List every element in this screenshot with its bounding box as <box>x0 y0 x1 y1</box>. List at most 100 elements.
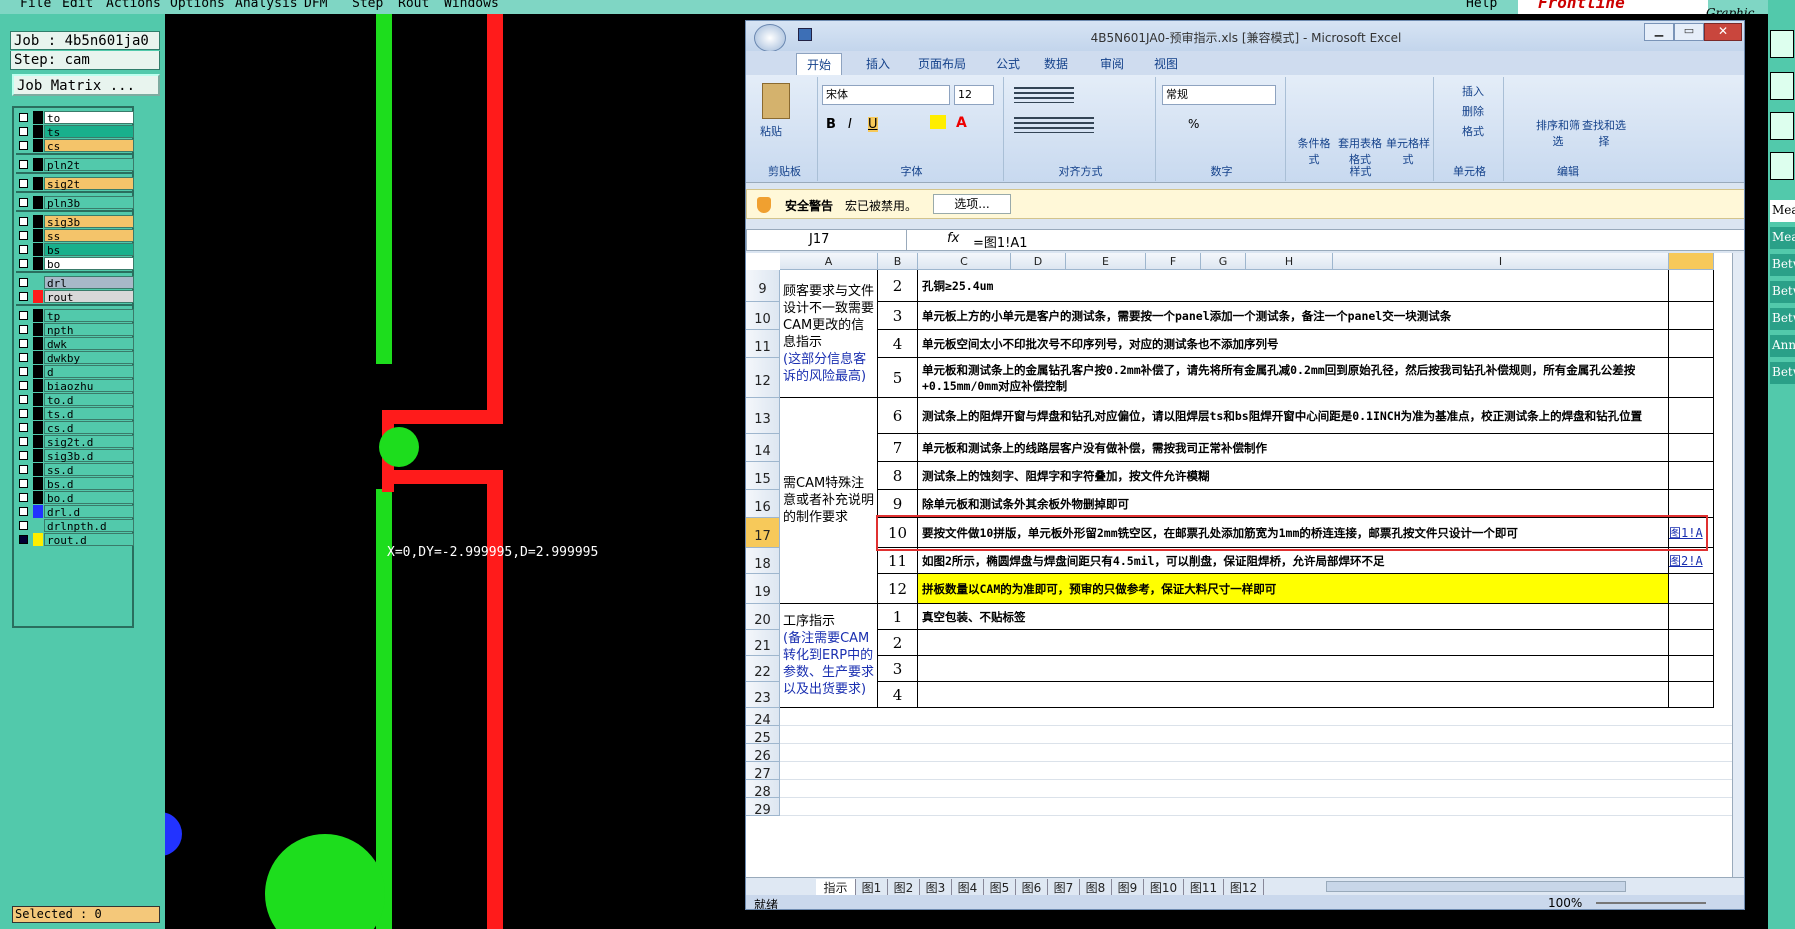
layer-checkbox[interactable] <box>19 112 28 122</box>
menu-rout[interactable]: Rout <box>398 0 429 11</box>
column-header[interactable]: H <box>1246 253 1333 270</box>
tab-view[interactable]: 视图 <box>1154 55 1178 72</box>
layer-row[interactable]: ts <box>16 124 134 139</box>
menu-help[interactable]: Help <box>1466 0 1497 11</box>
font-name-select[interactable]: 宋体 <box>822 85 950 105</box>
layer-checkbox[interactable] <box>19 464 28 474</box>
layer-row[interactable]: dwkby <box>16 350 134 365</box>
paste-icon[interactable] <box>762 83 790 119</box>
layer-checkbox[interactable] <box>19 394 28 404</box>
layer-checkbox[interactable] <box>19 197 28 207</box>
item-number[interactable]: 4 <box>878 682 918 708</box>
layer-row[interactable]: cs <box>16 138 134 153</box>
layer-row[interactable]: tp <box>16 308 134 323</box>
item-text[interactable]: 单元板和测试条上的线路层客户没有做补偿，需按我司正常补偿制作 <box>918 434 1669 462</box>
close-button[interactable]: ✕ <box>1704 23 1742 41</box>
layer-checkbox[interactable] <box>19 291 28 301</box>
toolbar-button-2[interactable] <box>1770 72 1794 100</box>
item-number[interactable]: 1 <box>878 604 918 630</box>
item-text[interactable] <box>918 630 1669 656</box>
layer-row[interactable]: drlnpth.d <box>16 518 134 533</box>
row-header[interactable]: 25 <box>746 726 780 746</box>
layer-name[interactable]: ts.d <box>44 406 134 421</box>
link-cell[interactable] <box>1669 462 1714 490</box>
item-text[interactable] <box>918 656 1669 682</box>
vertical-scrollbar[interactable] <box>1732 253 1744 877</box>
layer-row[interactable]: cs.d <box>16 420 134 435</box>
toolbar-button-1[interactable] <box>1770 30 1794 58</box>
column-header-selected[interactable] <box>1669 253 1714 270</box>
item-number[interactable]: 3 <box>878 302 918 330</box>
link-cell[interactable] <box>1669 434 1714 462</box>
graphic-canvas[interactable]: X=0,DY=-2.999995,D=2.999995 <box>165 14 745 929</box>
layer-name[interactable]: drlnpth.d <box>44 518 134 533</box>
layer-name[interactable]: tp <box>44 308 134 323</box>
item-number[interactable]: 11 <box>878 548 918 574</box>
item-number[interactable]: 12 <box>878 574 918 604</box>
item-text[interactable]: 如图2所示，椭圆焊盘与焊盘间距只有4.5mil，可以削盘，保证阻焊桥，允许局部焊… <box>918 548 1669 574</box>
layer-row[interactable]: rout <box>16 289 134 304</box>
menu-windows[interactable]: Windows <box>444 0 499 11</box>
column-header[interactable]: C <box>918 253 1011 270</box>
layer-name[interactable]: pln2t <box>44 157 134 172</box>
item-number[interactable]: 7 <box>878 434 918 462</box>
layer-name[interactable]: ts <box>44 124 134 139</box>
layer-name[interactable]: biaozhu <box>44 378 134 393</box>
link-cell[interactable] <box>1669 330 1714 358</box>
link-cell[interactable] <box>1669 656 1714 682</box>
italic-button[interactable]: I <box>848 117 852 132</box>
row-header[interactable]: 23 <box>746 682 780 708</box>
bold-button[interactable]: B <box>826 117 836 132</box>
layer-name[interactable]: bs.d <box>44 476 134 491</box>
layer-checkbox[interactable] <box>19 140 28 150</box>
layer-name[interactable]: d <box>44 364 134 379</box>
layer-checkbox[interactable] <box>19 436 28 446</box>
sheet-tab[interactable]: 图5 <box>984 879 1016 895</box>
layer-row[interactable]: drl <box>16 275 134 290</box>
sheet-tab[interactable]: 图11 <box>1184 879 1224 895</box>
layer-name[interactable]: rout.d <box>44 532 134 547</box>
column-header[interactable]: B <box>878 253 918 270</box>
row-header[interactable]: 26 <box>746 744 780 764</box>
measure-item[interactable]: Annul <box>1770 335 1795 357</box>
layer-name[interactable]: bo <box>44 256 134 271</box>
sort-filter-button[interactable]: 排序和筛选 <box>1536 117 1580 149</box>
layer-row[interactable]: d <box>16 364 134 379</box>
percent-button[interactable]: % <box>1188 117 1199 131</box>
layer-name[interactable]: sig3b <box>44 214 134 229</box>
sheet-tab[interactable]: 图7 <box>1048 879 1080 895</box>
layer-name[interactable]: sig3b.d <box>44 448 134 463</box>
row-header[interactable]: 20 <box>746 604 780 630</box>
measure-item[interactable]: Betwe <box>1770 308 1795 330</box>
font-color-icon[interactable]: A <box>956 115 967 131</box>
layer-row[interactable]: rout.d <box>16 532 134 547</box>
item-text[interactable]: 单元板上方的小单元是客户的测试条，需要按一个panel添加一个测试条，备注一个p… <box>918 302 1669 330</box>
link-cell[interactable] <box>1669 270 1714 302</box>
font-size-select[interactable]: 12 <box>954 85 994 105</box>
item-text[interactable] <box>918 682 1669 708</box>
zoom-slider[interactable] <box>1596 902 1706 904</box>
measure-item[interactable]: Betwe <box>1770 362 1795 384</box>
layer-row[interactable]: pln2t <box>16 157 134 172</box>
layer-checkbox[interactable] <box>19 310 28 320</box>
menu-actions[interactable]: Actions <box>106 0 161 11</box>
row-header[interactable]: 21 <box>746 630 780 656</box>
row-header[interactable]: 27 <box>746 762 780 782</box>
layer-row[interactable]: ss.d <box>16 462 134 477</box>
column-header[interactable]: G <box>1201 253 1246 270</box>
menu-options[interactable]: Options <box>170 0 225 11</box>
row-header[interactable]: 28 <box>746 780 780 800</box>
item-text[interactable]: 真空包装、不贴标签 <box>918 604 1669 630</box>
measure-item[interactable]: Betwe <box>1770 254 1795 276</box>
sheet-tab[interactable]: 图8 <box>1080 879 1112 895</box>
maximize-button[interactable]: ▭ <box>1674 23 1704 41</box>
sheet-tab[interactable]: 图4 <box>952 879 984 895</box>
group-cell[interactable]: 顾客要求与文件设计不一致需要CAM更改的信息指示 (这部分信息客诉的风险最高) <box>780 270 878 398</box>
layer-row[interactable]: pln3b <box>16 195 134 210</box>
fx-icon[interactable]: fx <box>947 231 959 246</box>
layer-name[interactable]: dwk <box>44 336 134 351</box>
item-number[interactable]: 2 <box>878 630 918 656</box>
toolbar-button-3[interactable] <box>1770 112 1794 140</box>
menu-file[interactable]: File <box>20 0 51 11</box>
layer-row[interactable]: sig2t.d <box>16 434 134 449</box>
